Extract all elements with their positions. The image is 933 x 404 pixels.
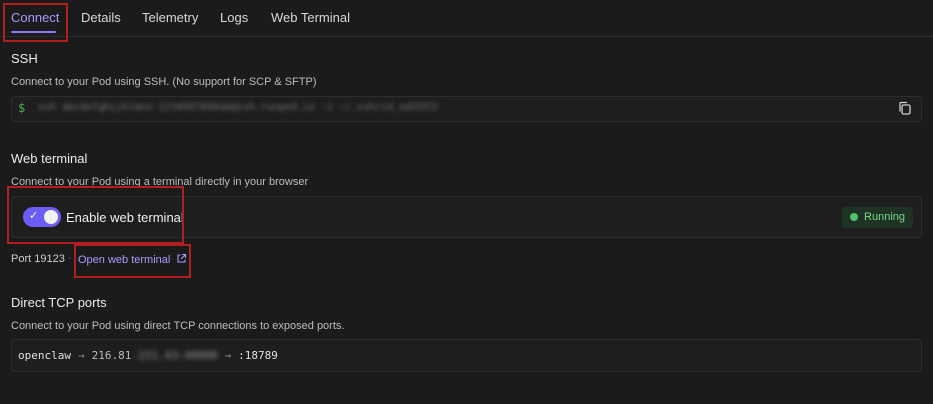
tab-web-terminal[interactable]: Web Terminal	[271, 10, 350, 25]
arrow-right-icon: →	[77, 349, 85, 362]
ip-redacted: .151.43:40000	[131, 349, 218, 362]
highlight-box-open-link	[74, 244, 191, 278]
status-badge: Running	[842, 207, 913, 228]
copy-icon[interactable]	[894, 99, 916, 119]
arrow-right-icon: →	[224, 349, 232, 362]
status-dot-icon	[850, 213, 859, 221]
tab-telemetry[interactable]: Telemetry	[142, 10, 198, 25]
tab-details[interactable]: Details	[81, 10, 121, 25]
web-terminal-title: Web terminal	[11, 151, 88, 166]
tcp-port: :18789	[238, 349, 278, 362]
ssh-command-redacted[interactable]: ssh abcdefghijklmno-1234567890ab@ssh.run…	[38, 102, 438, 116]
shell-prompt: $	[18, 101, 26, 115]
tab-bar: Connect Details Telemetry Logs Web Termi…	[0, 0, 933, 37]
tcp-description: Connect to your Pod using direct TCP con…	[11, 320, 345, 332]
separator: ·	[68, 252, 72, 264]
service-name: openclaw	[18, 349, 71, 362]
ip-prefix: 216.81	[91, 349, 132, 362]
tcp-title: Direct TCP ports	[11, 295, 107, 310]
highlight-box-connect-tab	[3, 3, 68, 42]
highlight-box-toggle	[7, 186, 184, 244]
tab-logs[interactable]: Logs	[220, 10, 248, 25]
tcp-connection-row[interactable]: openclaw → 216.81.151.43:40000 → :18789	[18, 349, 278, 362]
port-label: Port 19123	[11, 253, 65, 265]
ssh-title: SSH	[11, 51, 38, 66]
ssh-command-box: $ ssh abcdefghijklmno-1234567890ab@ssh.r…	[11, 96, 922, 122]
ssh-description: Connect to your Pod using SSH. (No suppo…	[11, 76, 317, 88]
status-text: Running	[864, 211, 905, 223]
